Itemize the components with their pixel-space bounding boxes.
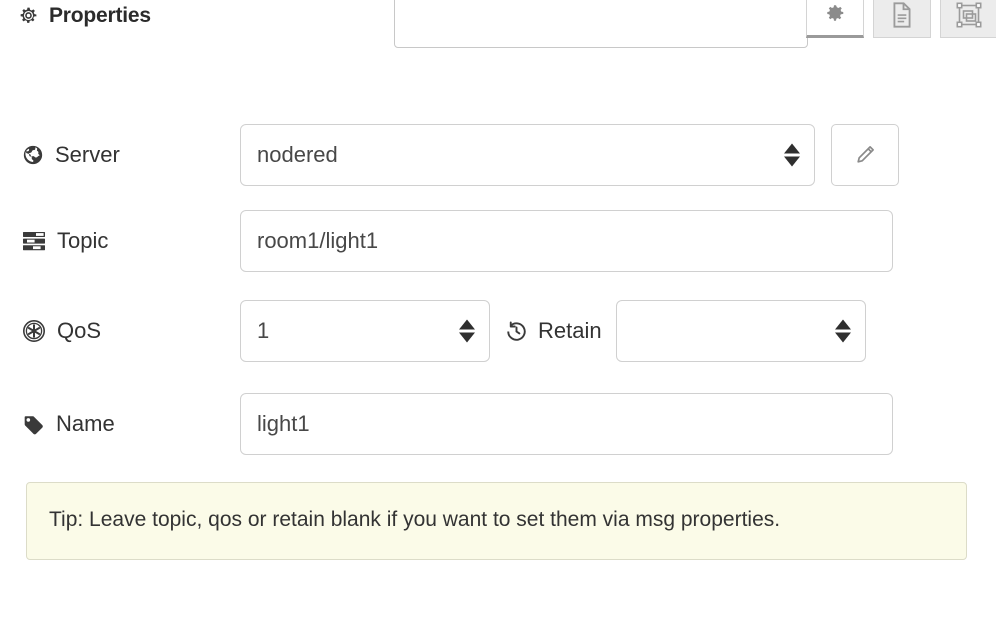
tip-box: Tip: Leave topic, qos or retain blank if… [26,482,967,560]
history-icon [505,320,528,343]
topic-label: Topic [22,228,240,254]
chevron-updown-icon[interactable] [834,319,851,343]
form-row-qos-retain: QoS 1 Retain [0,300,996,362]
topic-label-text: Topic [57,228,109,253]
name-value: light1 [257,411,310,436]
header-text-field[interactable] [394,0,808,48]
appearance-icon [956,1,982,28]
server-label-text: Server [55,142,120,167]
qos-label-text: QoS [57,318,102,343]
tab-properties[interactable] [806,0,864,38]
globe-icon [22,144,44,166]
name-label-text: Name [56,411,115,436]
qos-label: QoS [22,318,240,344]
tip-text: Tip: Leave topic, qos or retain blank if… [49,508,781,531]
topic-value: room1/light1 [257,228,379,253]
form-row-server: Server nodered [0,124,996,186]
tab-bar [806,0,996,38]
topic-input[interactable]: room1/light1 [240,210,893,272]
name-label: Name [22,411,240,437]
page-title: Properties [18,5,151,26]
asterisk-circle-icon [22,319,46,343]
retain-select[interactable] [615,300,866,362]
retain-label: Retain [505,318,602,344]
retain-group: Retain [505,300,866,362]
qos-select[interactable]: 1 [240,300,490,362]
pencil-icon [853,143,877,167]
chevron-updown-icon[interactable] [784,143,800,167]
tab-appearance[interactable] [940,0,996,38]
tag-icon [22,413,45,436]
properties-header: Properties [0,0,996,52]
edit-server-button[interactable] [831,124,899,186]
gear-icon [824,2,846,24]
name-input[interactable]: light1 [240,393,893,455]
form-row-name: Name light1 [0,393,996,455]
server-label: Server [22,142,240,168]
document-icon [891,1,913,28]
chevron-updown-icon[interactable] [459,319,475,343]
tab-description[interactable] [873,0,931,38]
page-title-label: Properties [49,4,151,27]
tasks-icon [22,231,46,251]
gear-icon [18,5,39,26]
server-select[interactable]: nodered [240,124,815,186]
retain-label-text: Retain [538,318,602,343]
qos-value: 1 [257,318,270,343]
form-row-topic: Topic room1/light1 [0,210,996,272]
server-value: nodered [257,142,338,167]
